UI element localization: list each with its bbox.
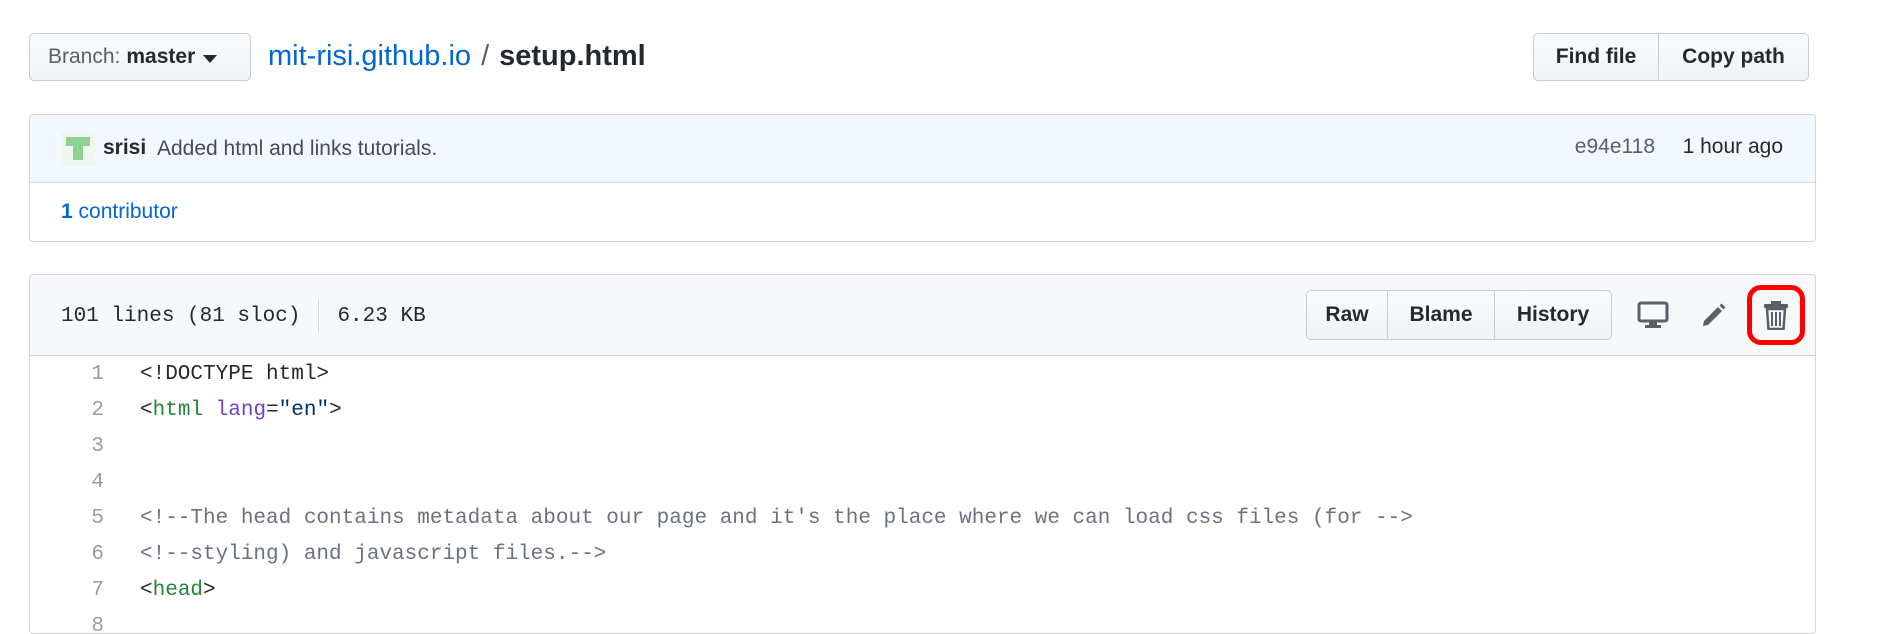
- history-button[interactable]: History: [1495, 290, 1612, 340]
- line-number[interactable]: 8: [30, 615, 104, 634]
- branch-label: Branch:: [48, 45, 120, 69]
- caret-down-icon: [203, 55, 217, 63]
- desktop-icon[interactable]: [1628, 290, 1678, 340]
- code-line: 7 <head>: [30, 572, 1815, 608]
- code-token: head: [153, 579, 203, 602]
- code-token: >: [203, 579, 216, 602]
- line-content: <!DOCTYPE html>: [140, 363, 329, 386]
- code-token: <: [140, 399, 153, 422]
- commit-time: 1 hour ago: [1683, 135, 1783, 159]
- file-view-page: Branch: master mit-risi.github.io / setu…: [0, 0, 1878, 620]
- breadcrumb: mit-risi.github.io / setup.html: [268, 40, 646, 73]
- line-content: <head>: [140, 579, 216, 602]
- commit-sha-link[interactable]: e94e118: [1575, 135, 1655, 159]
- line-number[interactable]: 1: [30, 363, 104, 386]
- branch-name: master: [126, 45, 195, 69]
- code-line: 2 <html lang="en">: [30, 392, 1815, 428]
- commit-message-link[interactable]: Added html and links tutorials.: [157, 137, 437, 161]
- code-line: 1 <!DOCTYPE html>: [30, 356, 1815, 392]
- code-token: lang: [216, 399, 266, 422]
- code-token: <!--The head contains metadata about our…: [140, 507, 1413, 530]
- file-actions-button-group: Raw Blame History: [1306, 290, 1612, 340]
- avatar[interactable]: [61, 132, 95, 166]
- line-content: <!--styling) and javascript files.-->: [140, 543, 606, 566]
- contributors-label: contributor: [79, 200, 178, 223]
- code-token: <!DOCTYPE html>: [140, 363, 329, 386]
- find-file-button[interactable]: Find file: [1533, 33, 1659, 81]
- line-number[interactable]: 7: [30, 579, 104, 602]
- latest-commit-box: srisi Added html and links tutorials. e9…: [29, 114, 1816, 242]
- commit-header: srisi Added html and links tutorials. e9…: [30, 115, 1815, 183]
- line-number[interactable]: 6: [30, 543, 104, 566]
- line-number[interactable]: 2: [30, 399, 104, 422]
- file-nav-button-group: Find file Copy path: [1533, 33, 1809, 81]
- code-token: <: [140, 579, 153, 602]
- blame-button[interactable]: Blame: [1388, 290, 1495, 340]
- contributors-link[interactable]: 1 contributor: [61, 200, 178, 224]
- line-number[interactable]: 3: [30, 435, 104, 458]
- code-line: 4: [30, 464, 1815, 500]
- line-content: <html lang="en">: [140, 399, 342, 422]
- contributors-count: 1: [61, 200, 73, 223]
- breadcrumb-separator: /: [481, 40, 489, 73]
- file-info: 101 lines (81 sloc) 6.23 KB: [61, 300, 426, 332]
- file-box: 101 lines (81 sloc) 6.23 KB Raw Blame Hi…: [29, 274, 1816, 634]
- copy-path-button[interactable]: Copy path: [1659, 33, 1809, 81]
- commit-author-link[interactable]: srisi: [103, 136, 146, 160]
- pencil-icon[interactable]: [1689, 290, 1739, 340]
- breadcrumb-file-name: setup.html: [499, 40, 646, 73]
- code-token: =: [266, 399, 279, 422]
- file-header: 101 lines (81 sloc) 6.23 KB Raw Blame Hi…: [30, 275, 1815, 356]
- code-token: html: [153, 399, 203, 422]
- line-number[interactable]: 4: [30, 471, 104, 494]
- code-line: 8: [30, 608, 1815, 634]
- code-token: >: [329, 399, 342, 422]
- code-token: <!--styling) and javascript files.-->: [140, 543, 606, 566]
- code-line: 3: [30, 428, 1815, 464]
- branch-selector-button[interactable]: Branch: master: [29, 33, 251, 81]
- line-content: <!--The head contains metadata about our…: [140, 507, 1413, 530]
- code-line: 5 <!--The head contains metadata about ou…: [30, 500, 1815, 536]
- raw-button[interactable]: Raw: [1306, 290, 1388, 340]
- line-number[interactable]: 5: [30, 507, 104, 530]
- file-size: 6.23 KB: [337, 305, 425, 328]
- file-lines-info: 101 lines (81 sloc): [61, 305, 300, 328]
- contributors-row: 1 contributor: [30, 183, 1815, 242]
- trash-icon[interactable]: [1747, 285, 1805, 345]
- file-info-divider: [318, 300, 319, 332]
- breadcrumb-repo-link[interactable]: mit-risi.github.io: [268, 40, 471, 73]
- code-token: [203, 399, 216, 422]
- code-token: "en": [279, 399, 329, 422]
- code-line: 6 <!--styling) and javascript files.-->: [30, 536, 1815, 572]
